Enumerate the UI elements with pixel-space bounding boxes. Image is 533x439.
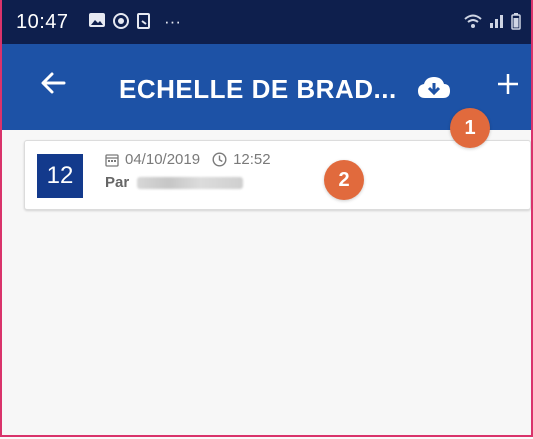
- author-prefix: Par: [105, 174, 130, 191]
- cloud-download-icon: [418, 77, 450, 98]
- record-date: 04/10/2019: [125, 151, 201, 168]
- plus-icon: [498, 74, 518, 94]
- back-button[interactable]: [38, 68, 74, 104]
- status-bar: 10:47 ···: [2, 0, 531, 44]
- page-title: ECHELLE DE BRAD...: [119, 74, 397, 104]
- author-name-redacted: [137, 176, 244, 189]
- annotation-marker-2: 2: [324, 160, 364, 200]
- arrow-left-icon: [41, 72, 66, 94]
- annotation-marker-1: 1: [450, 108, 490, 148]
- battery-icon: [511, 13, 521, 30]
- calendar-icon: [105, 153, 119, 167]
- status-time: 10:47: [16, 11, 69, 33]
- more-notifications-icon: ···: [164, 12, 181, 31]
- record-card[interactable]: 12 04/10/2019 12:52 Par: [24, 140, 531, 210]
- record-author: Par: [105, 174, 244, 191]
- record-time: 12:52: [233, 151, 271, 168]
- download-button[interactable]: [416, 74, 452, 102]
- wifi-icon: [464, 14, 482, 28]
- image-icon: [88, 12, 106, 33]
- sync-icon: [112, 12, 130, 35]
- signal-icon: [490, 15, 503, 28]
- screenshot-icon: [136, 12, 152, 35]
- record-number-badge: 12: [37, 154, 83, 198]
- clock-icon: [212, 152, 227, 167]
- phone-frame: 10:47 ··· ECHELLE DE BRAD... 12 04/10/20…: [0, 0, 533, 437]
- record-meta: 04/10/2019 12:52: [105, 151, 271, 168]
- status-right-icons: [463, 12, 521, 30]
- add-button[interactable]: [492, 66, 524, 102]
